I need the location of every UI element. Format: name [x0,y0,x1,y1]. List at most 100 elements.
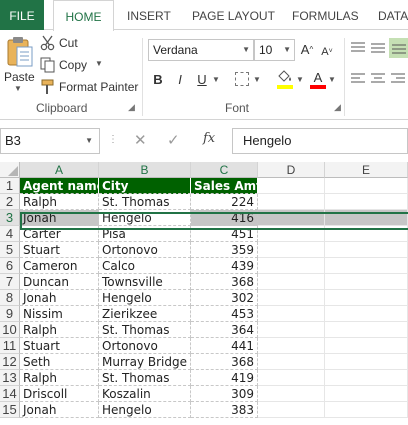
table-cell[interactable]: Ortonovo [99,242,191,258]
align-bottom-button[interactable] [389,38,408,58]
row-header-8[interactable]: 8 [0,290,20,306]
column-header-e[interactable]: E [325,162,408,178]
table-cell[interactable]: 439 [191,258,258,274]
align-top-icon[interactable] [351,42,365,54]
row-header-5[interactable]: 5 [0,242,20,258]
row-header-6[interactable]: 6 [0,258,20,274]
column-header-c[interactable]: C [191,162,258,178]
row-header-3[interactable]: 3 [0,210,20,226]
table-cell[interactable]: Calco [99,258,191,274]
empty-cell[interactable] [325,290,408,306]
row-header-2[interactable]: 2 [0,194,20,210]
empty-cell[interactable] [325,370,408,386]
row-header-13[interactable]: 13 [0,370,20,386]
paste-dropdown-icon[interactable]: ▼ [14,84,22,93]
align-middle-icon[interactable] [371,42,385,54]
align-center-icon[interactable] [371,73,385,85]
table-cell[interactable]: St. Thomas [99,322,191,338]
insert-function-icon[interactable]: fx [203,131,215,146]
table-cell[interactable]: Nissim [20,306,99,322]
table-cell[interactable]: Ralph [20,194,99,210]
table-cell[interactable]: Stuart [20,242,99,258]
table-cell[interactable]: Seth [20,354,99,370]
empty-cell[interactable] [258,258,325,274]
empty-cell[interactable] [258,226,325,242]
table-cell[interactable]: 302 [191,290,258,306]
table-cell[interactable]: Pisa [99,226,191,242]
cut-button[interactable]: Cut [40,34,100,52]
align-left-icon[interactable] [351,73,365,85]
tab-home[interactable]: HOME [53,0,114,31]
empty-cell[interactable] [325,402,408,418]
empty-cell[interactable] [258,306,325,322]
font-color-dropdown-icon[interactable]: ▼ [328,75,336,84]
empty-cell[interactable] [258,338,325,354]
empty-cell[interactable] [258,242,325,258]
empty-cell[interactable] [325,194,408,210]
clipboard-launcher-icon[interactable]: ◢ [128,102,135,113]
table-cell[interactable]: Cameron [20,258,99,274]
empty-cell[interactable] [258,370,325,386]
table-cell[interactable]: 309 [191,386,258,402]
empty-cell[interactable] [258,210,325,226]
copy-dropdown-icon[interactable]: ▼ [95,59,103,68]
table-cell[interactable]: Hengelo [99,290,191,306]
formula-input[interactable]: Hengelo [232,128,408,154]
table-cell[interactable]: Driscoll [20,386,99,402]
table-cell[interactable]: 359 [191,242,258,258]
table-cell[interactable]: Jonah [20,402,99,418]
column-header-a[interactable]: A [20,162,99,178]
header-cell[interactable]: Sales Amt [191,178,258,194]
align-right-icon[interactable] [391,73,405,85]
borders-icon[interactable] [235,72,249,86]
table-cell[interactable]: Koszalin [99,386,191,402]
empty-cell[interactable] [258,354,325,370]
underline-dropdown-icon[interactable]: ▼ [212,75,220,84]
empty-cell[interactable] [258,194,325,210]
tab-formulas[interactable]: FORMULAS [292,0,359,30]
fill-color-dropdown-icon[interactable]: ▼ [296,75,304,84]
row-header-11[interactable]: 11 [0,338,20,354]
increase-font-size-button[interactable]: A^ [300,42,314,58]
underline-button[interactable]: U [195,72,209,88]
row-header-7[interactable]: 7 [0,274,20,290]
empty-cell[interactable] [258,322,325,338]
table-cell[interactable]: 416 [191,210,258,226]
font-size-combo[interactable]: 10 ▼ [254,39,295,61]
tab-file[interactable]: FILE [0,0,44,30]
table-cell[interactable]: 451 [191,226,258,242]
italic-button[interactable]: I [173,72,187,88]
row-header-14[interactable]: 14 [0,386,20,402]
table-cell[interactable]: Jonah [20,290,99,306]
header-cell[interactable]: Agent name [20,178,99,194]
row-header-9[interactable]: 9 [0,306,20,322]
empty-cell[interactable] [325,210,408,226]
table-cell[interactable]: Townsville [99,274,191,290]
paste-button[interactable]: Paste ▼ [2,34,36,98]
table-cell[interactable]: 368 [191,354,258,370]
row-header-10[interactable]: 10 [0,322,20,338]
column-header-d[interactable]: D [258,162,325,178]
table-cell[interactable]: St. Thomas [99,370,191,386]
row-header-12[interactable]: 12 [0,354,20,370]
empty-cell[interactable] [258,178,325,194]
cancel-icon[interactable]: ✕ [134,131,147,149]
column-header-b[interactable]: B [99,162,191,178]
row-header-4[interactable]: 4 [0,226,20,242]
table-cell[interactable]: Ralph [20,370,99,386]
table-cell[interactable]: 441 [191,338,258,354]
table-cell[interactable]: Ortonovo [99,338,191,354]
empty-cell[interactable] [325,178,408,194]
table-cell[interactable]: Ralph [20,322,99,338]
font-color-button[interactable]: A [310,70,326,90]
empty-cell[interactable] [325,274,408,290]
tab-insert[interactable]: INSERT [127,0,171,30]
table-cell[interactable]: Duncan [20,274,99,290]
header-cell[interactable]: City [99,178,191,194]
table-cell[interactable]: Murray Bridge [99,354,191,370]
table-cell[interactable]: St. Thomas [99,194,191,210]
bold-button[interactable]: B [151,72,165,88]
empty-cell[interactable] [325,306,408,322]
decrease-font-size-button[interactable]: A˅ [320,44,334,60]
tab-page-layout[interactable]: PAGE LAYOUT [192,0,275,30]
